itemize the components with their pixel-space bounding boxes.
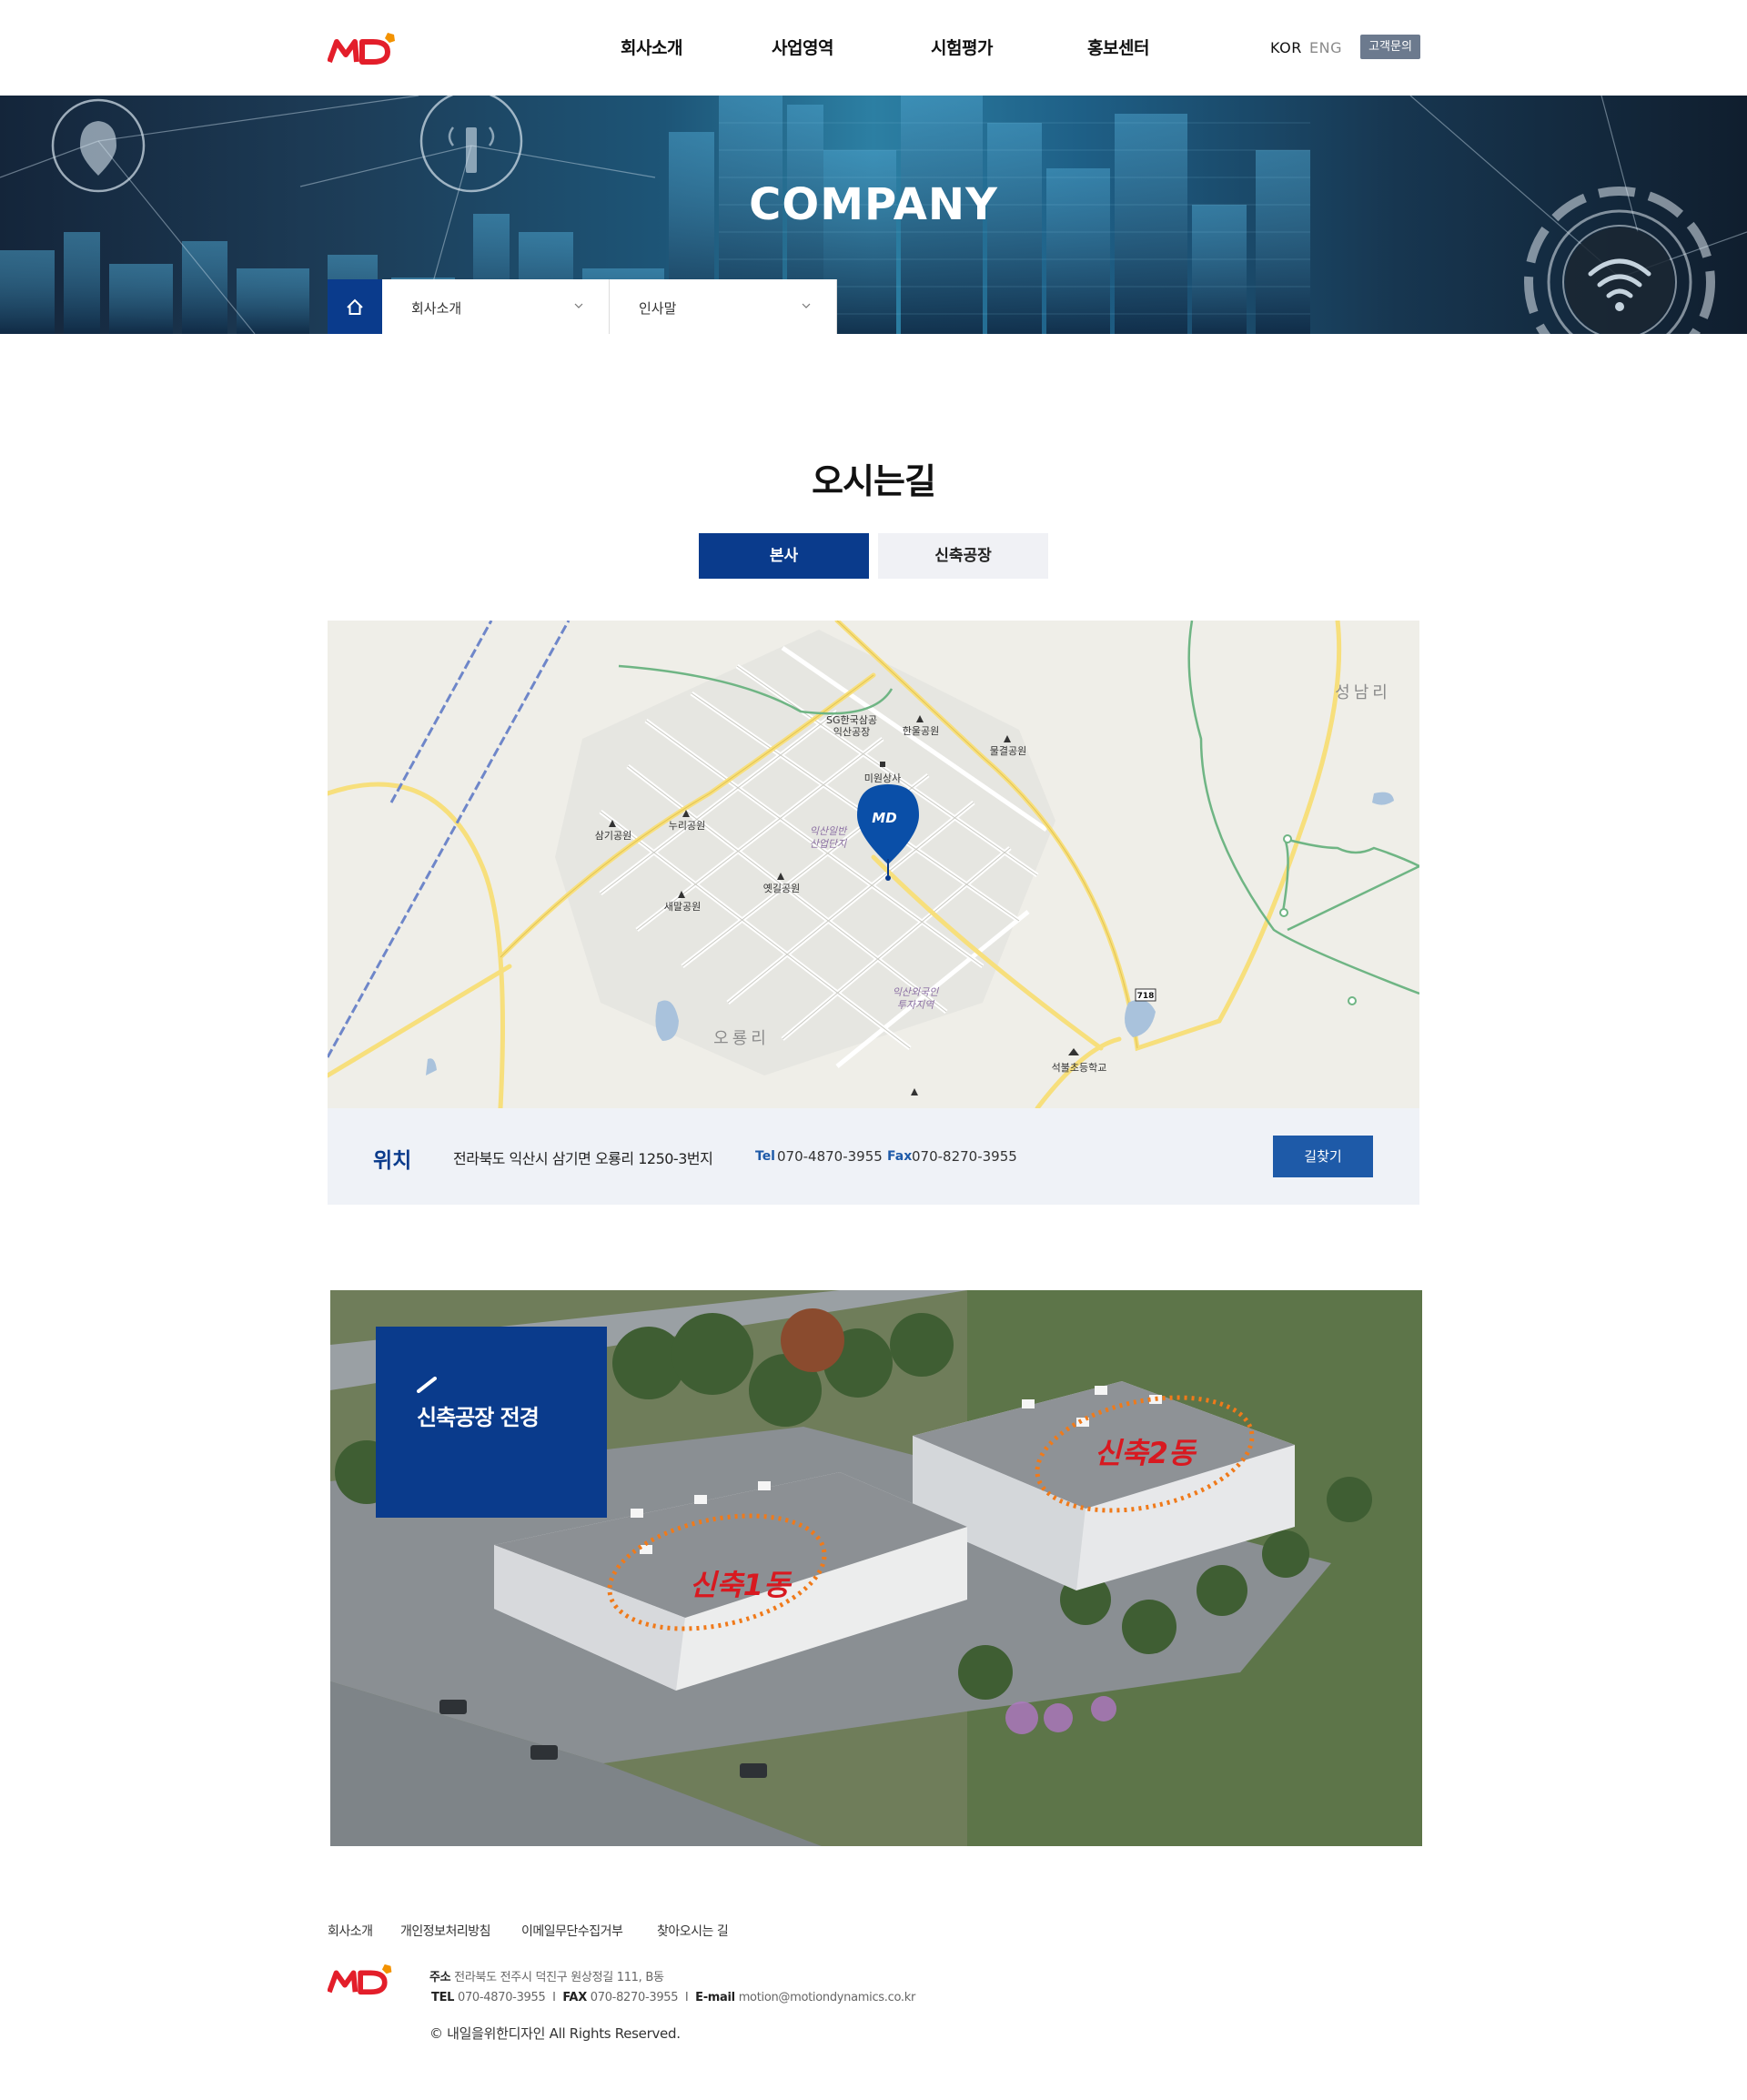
nav-pr-center[interactable]: 홍보센터 [1087,35,1149,59]
tel-label: Tel [755,1149,775,1164]
map-label-miwon: 미원상사 [864,772,901,784]
tab-headquarters[interactable]: 본사 [699,533,869,579]
footer-contact-line: TEL 070-4870-3955 I FAX 070-8270-3955 I … [431,1991,915,2004]
map-canvas: SG한국삼공 익산공장 한울공원 물결공원 미원상사 삼기공원 누리공원 옛길공… [328,621,1419,1108]
factory-caption-title: 신축공장 전경 [417,1405,540,1430]
map-label-oryong: 오룡리 [713,1029,770,1048]
nav-company[interactable]: 회사소개 [621,35,682,59]
tel-number: 070-4870-3955 [777,1148,883,1165]
footer-link-no-email[interactable]: 이메일무단수집거부 [521,1922,623,1940]
main-navigation: 회사소개 사업영역 시험평가 홍보센터 [0,35,1747,60]
fax-number: 070-8270-3955 [912,1148,1017,1165]
map-label-industrial-complex-1: 익산일반 [810,825,848,837]
footer-tel: 070-4870-3955 [457,1991,546,2004]
slash-icon [417,1377,437,1393]
map-label-seokbul-school: 석불초등학교 [1052,1062,1107,1074]
lang-kor-link[interactable]: KOR [1270,39,1302,56]
map-label-foreign-zone-1: 익산외국인 [893,986,939,998]
map-label-foreign-zone-2: 투자지역 [897,999,935,1011]
map-label-yetgil-park: 옛길공원 [763,883,800,894]
map-label-mulgyeol-park: 물결공원 [990,745,1026,757]
footer-link-privacy[interactable]: 개인정보처리방침 [400,1922,491,1940]
map-label-industrial-complex-2: 산업단지 [810,838,847,850]
location-address: 전라북도 익산시 삼기면 오룡리 1250-3번지 [453,1150,713,1167]
find-route-button[interactable]: 길찾기 [1273,1136,1373,1177]
footer-fax-label: FAX [562,1991,587,2004]
building1-label: 신축1동 [690,1568,793,1602]
building2-label: 신축2동 [1095,1436,1197,1470]
map-label-samgi-park: 삼기공원 [595,830,631,842]
lang-eng-link[interactable]: ENG [1309,39,1342,56]
breadcrumb-depth2-select[interactable]: 인사말 [610,279,837,334]
breadcrumb: 회사소개 인사말 [328,279,837,334]
nav-testing[interactable]: 시험평가 [931,35,993,59]
chevron-down-icon [802,303,811,308]
map-label-saemal-park: 새말공원 [664,901,701,913]
home-icon [347,298,363,315]
hero-title: COMPANY [749,179,998,230]
location-tabs: 본사 신축공장 [699,533,1048,579]
hero-banner: COMPANY [0,96,1747,334]
breadcrumb-depth1-select[interactable]: 회사소개 [382,279,610,334]
footer-link-directions[interactable]: 찾아오시는 길 [657,1922,729,1940]
footer-copyright: © 내일을위한디자인 All Rights Reserved. [429,2025,681,2042]
footer-tel-label: TEL [431,1991,455,2004]
location-map[interactable]: SG한국삼공 익산공장 한울공원 물결공원 미원상사 삼기공원 누리공원 옛길공… [328,621,1419,1108]
footer-email-label: E-mail [695,1991,735,2004]
map-label-road-718: 718 [1137,992,1155,1001]
footer-fax: 070-8270-3955 [590,1991,679,2004]
breadcrumb-depth2-label: 인사말 [639,300,677,317]
factory-image: 신축1동 신축2동 신축공장 전경 [330,1290,1422,1846]
factory-caption-box: 신축공장 전경 [376,1327,607,1518]
footer-address-line: 주소 전라북도 전주시 덕진구 원상정길 111, B동 [429,1967,664,1984]
footer-email: motion@motiondynamics.co.kr [738,1991,916,2004]
footer-link-company[interactable]: 회사소개 [328,1922,373,1940]
footer-addr-label: 주소 [429,1971,451,1984]
breadcrumb-depth1-label: 회사소개 [411,300,462,317]
map-label-hanul-park: 한울공원 [903,725,939,737]
footer-address: 전라북도 전주시 덕진구 원상정길 111, B동 [454,1971,664,1984]
map-label-sg-factory-2: 익산공장 [833,726,870,738]
map-label-sg-factory-1: SG한국삼공 [826,714,877,726]
chevron-down-icon [574,303,583,308]
nav-business[interactable]: 사업영역 [772,35,833,59]
footer-logo [328,1964,392,1995]
page-title: 오시는길 [812,461,936,501]
map-label-seongnam: 성남리 [1335,683,1391,702]
breadcrumb-home-button[interactable] [328,279,382,334]
map-marker-logo: MD [872,810,896,826]
site-header: 회사소개 사업영역 시험평가 홍보센터 KOR ENG 고객문의 [0,0,1747,96]
location-info-bar: 위치 전라북도 익산시 삼기면 오룡리 1250-3번지 Tel 070-487… [328,1108,1419,1205]
tab-new-factory[interactable]: 신축공장 [878,533,1048,579]
fax-label: Fax [887,1149,913,1164]
location-label: 위치 [373,1149,412,1173]
map-label-nuri-park: 누리공원 [669,820,705,832]
customer-inquiry-button[interactable]: 고객문의 [1360,35,1420,59]
